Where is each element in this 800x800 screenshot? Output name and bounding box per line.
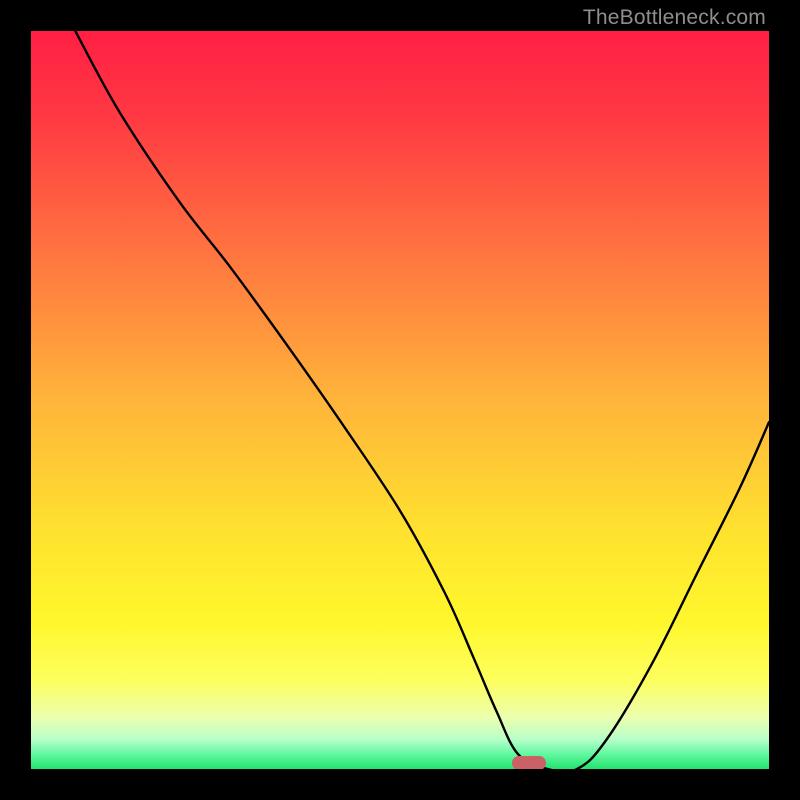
watermark-text: TheBottleneck.com [583,6,766,30]
chart-frame: TheBottleneck.com [0,0,800,800]
background-gradient [31,31,769,769]
plot-area [31,31,769,769]
optimal-marker [512,756,546,769]
